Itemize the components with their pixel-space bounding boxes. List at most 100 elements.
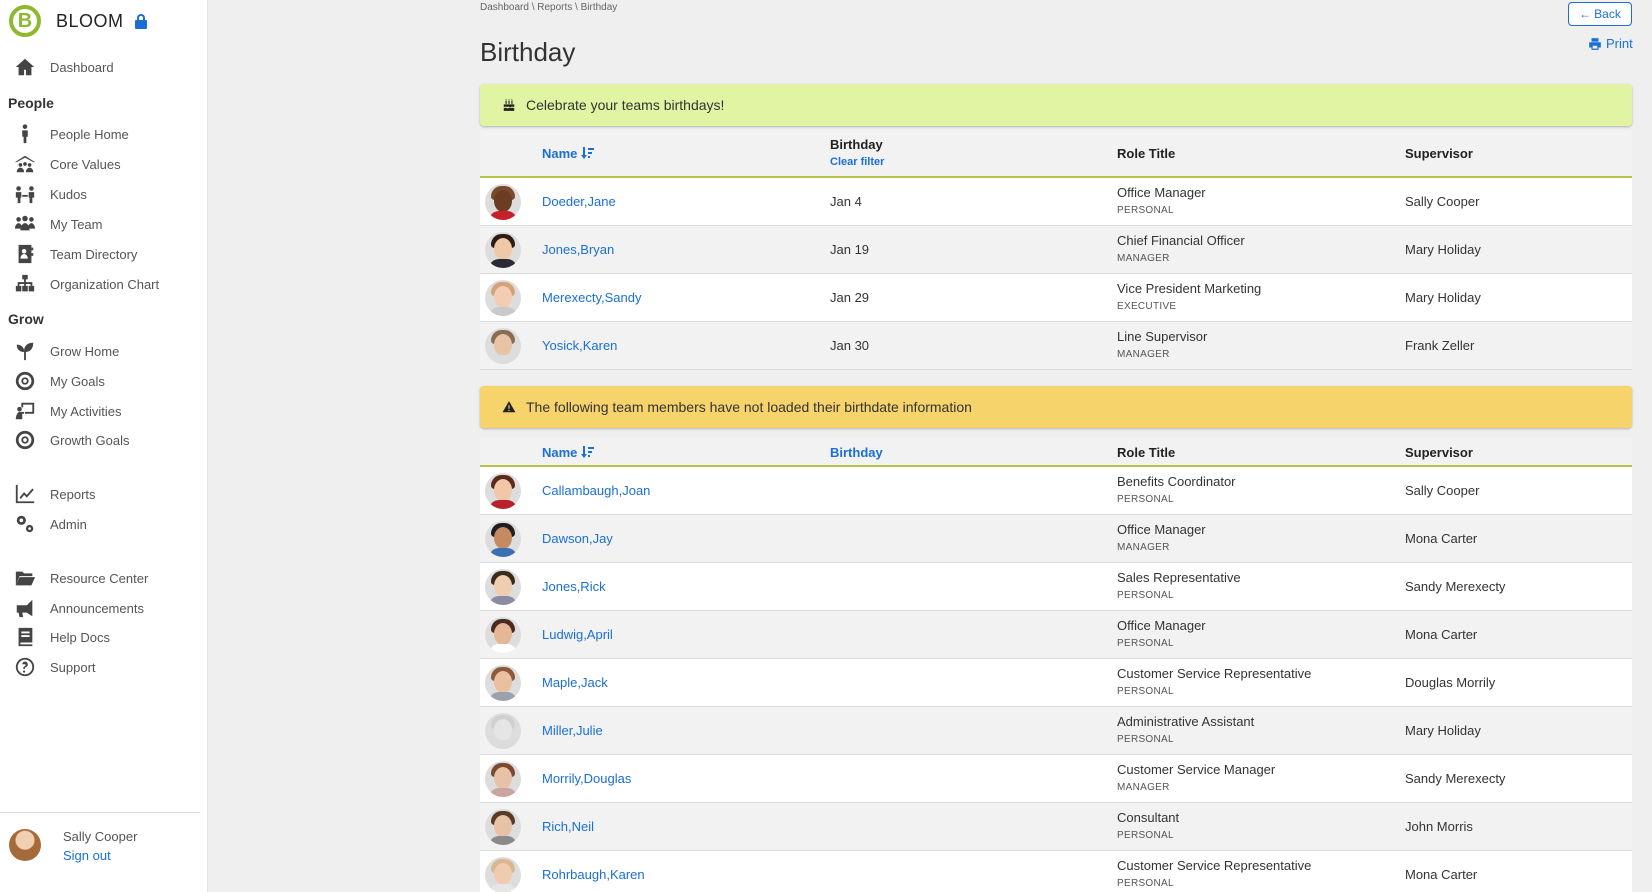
employee-name-link[interactable]: Jones,Rick	[542, 579, 606, 594]
employee-name-link[interactable]: Doeder,Jane	[542, 194, 616, 209]
sprout-icon	[12, 338, 38, 364]
avatar	[485, 280, 521, 316]
page-title: Birthday	[480, 37, 576, 67]
supervisor-name: Sandy Merexecty	[1405, 771, 1506, 786]
user-name: Sally Cooper	[63, 829, 138, 844]
sidebar-item-reports[interactable]: Reports	[12, 481, 202, 507]
employee-name-link[interactable]: Rohrbaugh,Karen	[542, 867, 645, 882]
table-row: Jones,Rick Sales Representative PERSONAL Sa…	[480, 563, 1632, 611]
role-tag: PERSONAL	[1117, 205, 1174, 216]
role-tag: PERSONAL	[1117, 638, 1174, 649]
table-header: Name Birthday Role Title Supervisor	[480, 437, 1632, 467]
sidebar-item-organization-chart[interactable]: Organization Chart	[12, 271, 202, 297]
supervisor-name: Mona Carter	[1405, 867, 1478, 882]
avatar	[485, 809, 521, 845]
employee-name-link[interactable]: Ludwig,April	[542, 627, 613, 642]
role-tag: MANAGER	[1117, 542, 1170, 553]
sidebar-item-my-team[interactable]: My Team	[12, 211, 202, 237]
supervisor-name: John Morris	[1405, 819, 1473, 834]
avatar	[485, 713, 521, 749]
sidebar-item-kudos[interactable]: Kudos	[12, 181, 202, 207]
sidebar-item-label: Admin	[50, 516, 87, 532]
table-row: Morrily,Douglas Customer Service Manager M…	[480, 755, 1632, 803]
role-title: Chief Financial Officer	[1117, 233, 1245, 248]
role-title: Administrative Assistant	[1117, 714, 1255, 729]
breadcrumb[interactable]: Dashboard \ Reports \ Birthday	[480, 2, 617, 13]
print-button[interactable]: Print	[1588, 36, 1633, 51]
avatar	[485, 569, 521, 605]
employee-name-link[interactable]: Dawson,Jay	[542, 531, 613, 546]
sidebar-item-resource-center[interactable]: Resource Center	[12, 565, 202, 591]
book-icon	[12, 624, 38, 650]
avatar	[485, 857, 521, 892]
name-column-header[interactable]: Name	[542, 445, 595, 460]
birthday-header-label: Birthday	[830, 137, 883, 152]
employee-name-link[interactable]: Morrily,Douglas	[542, 771, 631, 786]
supervisor-name: Mary Holiday	[1405, 723, 1481, 738]
sidebar-item-my-goals[interactable]: My Goals	[12, 368, 202, 394]
avatar	[485, 328, 521, 364]
sort-desc-icon	[580, 446, 595, 458]
missing-birthday-table: Name Birthday Role Title Supervisor Call…	[480, 437, 1632, 892]
sign-out-link[interactable]: Sign out	[63, 848, 111, 863]
brand[interactable]: B BLOOM	[9, 4, 148, 38]
warning-icon	[502, 400, 516, 414]
birthday-column-header[interactable]: Birthday	[830, 445, 883, 460]
table-row: Rich,Neil Consultant PERSONAL John Morris	[480, 803, 1632, 851]
role-cell: Office Manager PERSONAL	[1117, 185, 1206, 216]
sidebar-item-label: Help Docs	[50, 629, 110, 645]
sidebar-item-grow-home[interactable]: Grow Home	[12, 338, 202, 364]
avatar	[485, 761, 521, 797]
role-cell: Line Supervisor MANAGER	[1117, 329, 1207, 360]
birthday-value: Jan 30	[830, 338, 870, 353]
user-box: Sally Cooper Sign out	[0, 812, 200, 892]
sidebar: B BLOOM Dashboard People People Home Cor…	[0, 0, 208, 892]
celebrate-alert-text: Celebrate your teams birthdays!	[526, 97, 725, 113]
target-icon	[12, 368, 38, 394]
back-button[interactable]: ← Back	[1568, 2, 1632, 26]
sidebar-item-announcements[interactable]: Announcements	[12, 595, 202, 621]
gears-icon	[12, 511, 38, 537]
sidebar-item-label: People Home	[50, 126, 129, 142]
role-tag: PERSONAL	[1117, 878, 1174, 889]
employee-name-link[interactable]: Miller,Julie	[542, 723, 603, 738]
sidebar-item-my-activities[interactable]: My Activities	[12, 398, 202, 424]
megaphone-icon	[12, 595, 38, 621]
role-cell: Sales Representative PERSONAL	[1117, 570, 1241, 601]
sidebar-item-team-directory[interactable]: Team Directory	[12, 241, 202, 267]
supervisor-name: Mona Carter	[1405, 531, 1478, 546]
person-icon	[12, 121, 38, 147]
sidebar-item-core-values[interactable]: Core Values	[12, 151, 202, 177]
employee-name-link[interactable]: Rich,Neil	[542, 819, 594, 834]
sidebar-item-support[interactable]: Support	[12, 654, 202, 680]
clear-filter-link[interactable]: Clear filter	[830, 156, 884, 168]
lock-icon[interactable]	[134, 14, 148, 29]
role-title: Sales Representative	[1117, 570, 1241, 585]
role-cell: Administrative Assistant PERSONAL	[1117, 714, 1254, 745]
employee-name-link[interactable]: Jones,Bryan	[542, 242, 614, 257]
target-icon	[12, 427, 38, 453]
employee-name-link[interactable]: Callambaugh,Joan	[542, 483, 650, 498]
supervisor-name: Sally Cooper	[1405, 194, 1480, 209]
supervisor-name: Mona Carter	[1405, 627, 1478, 642]
employee-name-link[interactable]: Maple,Jack	[542, 675, 608, 690]
sidebar-item-dashboard[interactable]: Dashboard	[12, 54, 202, 80]
sort-desc-icon	[580, 147, 595, 159]
sidebar-item-growth-goals[interactable]: Growth Goals	[12, 427, 202, 453]
arrow-left-icon: ←	[1579, 7, 1592, 21]
folder-open-icon	[12, 565, 38, 591]
role-title: Vice President Marketing	[1117, 281, 1262, 296]
name-column-header[interactable]: Name	[542, 146, 595, 161]
employee-name-link[interactable]: Merexecty,Sandy	[542, 290, 641, 305]
role-title: Office Manager	[1117, 185, 1206, 200]
sidebar-item-people-home[interactable]: People Home	[12, 121, 202, 147]
print-button-label: Print	[1606, 36, 1633, 51]
sidebar-item-help-docs[interactable]: Help Docs	[12, 624, 202, 650]
sidebar-item-label: Team Directory	[50, 246, 138, 262]
missing-birthdate-alert-text: The following team members have not load…	[526, 399, 972, 415]
role-tag: MANAGER	[1117, 349, 1170, 360]
sidebar-item-admin[interactable]: Admin	[12, 511, 202, 537]
employee-name-link[interactable]: Yosick,Karen	[542, 338, 617, 353]
bloom-logo: B	[9, 5, 41, 37]
role-cell: Office Manager MANAGER	[1117, 522, 1206, 553]
